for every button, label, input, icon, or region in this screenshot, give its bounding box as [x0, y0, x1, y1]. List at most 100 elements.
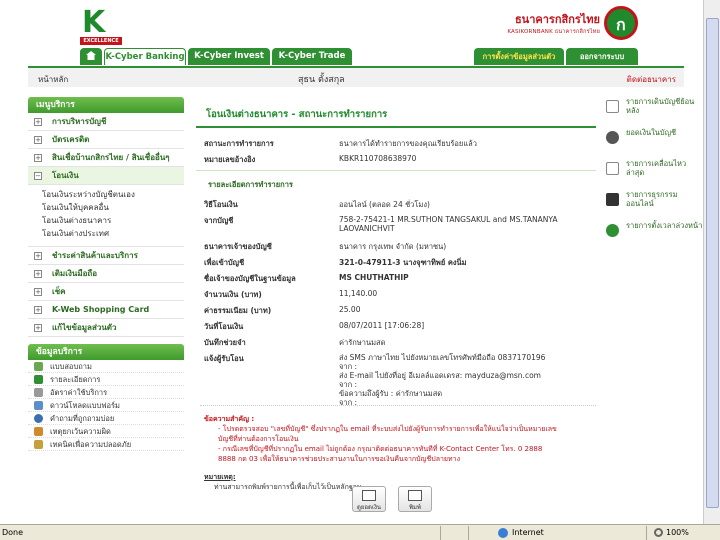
method-label: วิธีโอนเงิน — [204, 200, 238, 209]
account-name-value: MS CHUTHATHIP — [339, 273, 409, 282]
quick-link-label: รายการตั้งเวลาล่วงหน้า — [626, 221, 703, 230]
kbank-logo[interactable]: K EXCELLENCE — [80, 8, 122, 46]
bank-name: ธนาคารกสิกรไทย KASIKORNBANK ธนาคารกสิกรไ… — [490, 10, 600, 36]
sidebar-item-label: เติมเงินมือถือ — [52, 269, 98, 278]
notify-message: ข้อความถึงผู้รับ : ค่ารักษานมสด — [339, 389, 443, 398]
sidebar-item-edit-profile[interactable]: + แก้ไขข้อมูลส่วนตัว — [28, 319, 184, 337]
notes-line: 8888 กด 03 เพื่อให้ธนาคารช่วยประสานงานใน… — [218, 455, 460, 463]
sidebar-item-credit-card[interactable]: + บัตรเครดิต — [28, 131, 184, 149]
tab-k-cyber-trade[interactable]: K-Cyber Trade — [272, 48, 352, 65]
from-account-label: จากบัญชี — [204, 216, 234, 225]
sidebar-item-label: สินเชื่อบ้านกสิกรไทย / สินเชื่ออื่นๆ — [52, 153, 170, 162]
globe-icon — [498, 528, 508, 538]
info-item-fees[interactable]: อัตราค่าใช้บริการ — [28, 386, 184, 399]
submenu-international-transfer[interactable]: โอนเงินต่างประเทศ — [28, 227, 184, 240]
sidebar-item-mobile-topup[interactable]: + เติมเงินมือถือ — [28, 265, 184, 283]
notify-details: ส่ง SMS ภาษาไทย ไปยังหมายเลขโทรศัพท์มือถ… — [339, 353, 545, 407]
breadcrumb-home-link[interactable]: หน้าหลัก — [38, 73, 68, 86]
status-label: สถานะการทำรายการ — [204, 139, 274, 148]
view-balance-label: ดูยอดเงิน — [357, 504, 381, 511]
important-notes: ข้อความสำคัญ : - โปรดตรวจสอบ "เลขที่บัญช… — [192, 406, 596, 464]
home-tab[interactable] — [80, 48, 102, 65]
info-item-survey[interactable]: แบบสอบถาม — [28, 360, 184, 373]
transaction-details-heading: รายละเอียดการทำรายการ — [196, 170, 596, 195]
emblem-glyph: ก — [616, 15, 626, 34]
top-navigation: K-Cyber Banking K-Cyber Invest K-Cyber T… — [0, 48, 720, 65]
scrollbar-thumb[interactable] — [706, 18, 719, 508]
submenu-interbank-transfer[interactable]: โอนเงินต่างธนาคาร — [28, 214, 184, 227]
expand-icon: + — [34, 324, 42, 332]
star-icon — [34, 375, 43, 384]
service-menu-heading: เมนูบริการ — [28, 97, 184, 113]
logo-subtitle: EXCELLENCE — [80, 37, 122, 45]
sidebar-item-cheque[interactable]: + เช็ค — [28, 283, 184, 301]
divider — [468, 526, 469, 540]
notify-email-from: จาก : — [339, 380, 358, 389]
lock-icon — [34, 440, 43, 449]
document-icon — [34, 388, 43, 397]
info-item-faq[interactable]: คำถามที่ถูกถามบ่อย — [28, 412, 184, 425]
sidebar-item-transfer[interactable]: − โอนเงิน — [28, 167, 184, 185]
info-item-label: แบบสอบถาม — [50, 362, 92, 371]
expand-icon: + — [34, 306, 42, 314]
bank-name-thai: ธนาคารกสิกรไทย — [514, 13, 600, 26]
zoom-level[interactable]: 100% — [666, 528, 689, 537]
notes-line: บัญชีที่ท่านต้องการโอนเงิน — [218, 435, 299, 443]
sidebar-item-label: K-Web Shopping Card — [52, 305, 150, 314]
profile-settings-tab[interactable]: การตั้งค่าข้อมูลส่วนตัว — [474, 48, 564, 65]
user-name: สุธน ตั้งสกุล — [298, 75, 345, 85]
sidebar-item-bill-payment[interactable]: + ชำระค่าสินค้าและบริการ — [28, 247, 184, 265]
bank-name-english: KASIKORNBANK ธนาคารกสิกรไทย — [507, 29, 600, 35]
info-item-download-forms[interactable]: ดาวน์โหลดแบบฟอร์ม — [28, 399, 184, 412]
expand-icon: + — [34, 118, 42, 126]
sidebar-item-k-web-shopping-card[interactable]: + K-Web Shopping Card — [28, 301, 184, 319]
owner-bank-value: ธนาคาร กรุงเทพ จำกัด (มหาชน) — [339, 242, 447, 251]
recent-icon — [606, 162, 619, 175]
submenu-own-account-transfer[interactable]: โอนเงินระหว่างบัญชีตนเอง — [28, 188, 184, 201]
info-item-label: รายละเอียดการ — [50, 375, 101, 384]
logo-letter: K — [82, 5, 106, 40]
info-item-label: ดาวน์โหลดแบบฟอร์ม — [50, 401, 121, 410]
logout-tab[interactable]: ออกจากระบบ — [566, 48, 638, 65]
print-button[interactable]: พิมพ์ — [398, 486, 432, 512]
home-icon — [86, 51, 96, 60]
notify-message-from: จาก : — [339, 398, 358, 407]
quick-link-scheduled[interactable]: รายการตั้งเวลาล่วงหน้า — [604, 221, 704, 248]
amount-label: จำนวนเงิน (บาท) — [204, 290, 262, 299]
info-item-label: คำถามที่ถูกถามบ่อย — [50, 414, 115, 423]
memo-value: ค่ารักษานมสด — [339, 338, 386, 347]
quick-link-recent[interactable]: รายการเคลื่อนไหวล่าสุด — [604, 159, 704, 186]
sidebar-item-account-management[interactable]: + การบริหารบัญชี — [28, 113, 184, 131]
zoom-icon[interactable] — [654, 528, 663, 537]
quick-link-online-transactions[interactable]: รายการธุรกรรมออนไลน์ — [604, 190, 704, 217]
contact-bank-link[interactable]: ติดต่อธนาคาร — [627, 73, 676, 86]
info-item-details[interactable]: รายละเอียดการ — [28, 373, 184, 386]
tab-k-cyber-banking[interactable]: K-Cyber Banking — [104, 48, 186, 65]
brand-bar: K EXCELLENCE ธนาคารกสิกรไทย KASIKORNBANK… — [0, 0, 720, 50]
notes-line: - กรณีเลขที่บัญชีที่ปรากฏใน email ไม่ถูก… — [218, 445, 543, 453]
view-balance-button[interactable]: ดูยอดเงิน — [352, 486, 386, 512]
from-account-value: 758-2-75421-1 MR.SUTHON TANGSAKUL and MS… — [339, 215, 557, 233]
expand-icon: + — [34, 136, 42, 144]
quick-links: รายการเดินบัญชีย้อนหลัง ยอดเงินในบัญชี ร… — [604, 97, 704, 252]
remark-title: หมายเหตุ: — [204, 473, 236, 481]
info-item-label: อัตราค่าใช้บริการ — [50, 388, 108, 397]
tab-k-cyber-invest[interactable]: K-Cyber Invest — [188, 48, 270, 65]
sidebar-item-label: ชำระค่าสินค้าและบริการ — [52, 251, 138, 260]
sidebar-item-loans[interactable]: + สินเชื่อบ้านกสิกรไทย / สินเชื่ออื่นๆ — [28, 149, 184, 167]
notify-label: แจ้งผู้รับโอน — [204, 354, 244, 363]
submenu-third-party-transfer[interactable]: โอนเงินให้บุคคลอื่น — [28, 201, 184, 214]
bank-emblem-icon: ก — [604, 6, 638, 40]
sidebar: เมนูบริการ + การบริหารบัญชี + บัตรเครดิต +… — [28, 97, 184, 451]
vertical-scrollbar[interactable] — [703, 0, 720, 524]
print-label: พิมพ์ — [409, 504, 421, 511]
expand-icon: + — [34, 154, 42, 162]
divider — [440, 526, 441, 540]
notify-email: ส่ง E-mail ไปยังที่อยู่ อีเมลล์แอดเดรส: … — [339, 371, 541, 380]
from-account-line-1: 758-2-75421-1 MR.SUTHON TANGSAKUL and MS… — [339, 215, 558, 224]
quick-link-balance[interactable]: ยอดเงินในบัญชี — [604, 128, 704, 155]
info-item-disclaimer[interactable]: เหตุยกเว้นความผิด — [28, 425, 184, 438]
quick-link-statement[interactable]: รายการเดินบัญชีย้อนหลัง — [604, 97, 704, 124]
info-item-label: เหตุยกเว้นความผิด — [50, 427, 111, 436]
info-item-security-tips[interactable]: เทคนิคเพื่อความปลอดภัย — [28, 438, 184, 451]
